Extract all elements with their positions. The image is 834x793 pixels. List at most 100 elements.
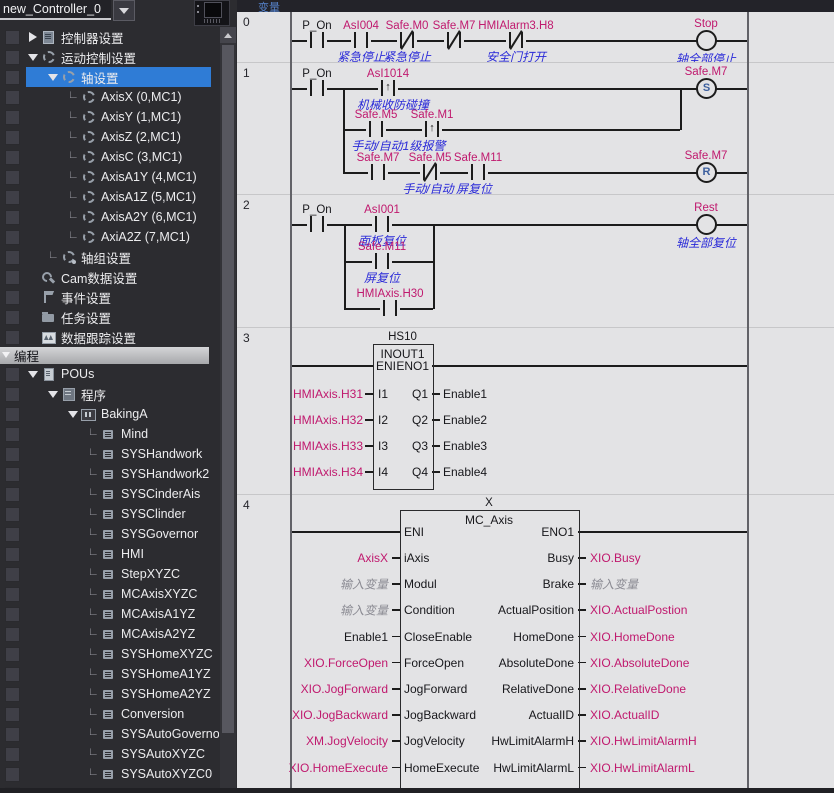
fb-input-operand[interactable]: XM.JogVelocity xyxy=(237,734,388,748)
tree-item[interactable]: SYSHomeA1YZ xyxy=(0,664,219,684)
fb-output-operand[interactable]: Enable1 xyxy=(443,387,487,401)
operand-label[interactable]: Safe.M1 xyxy=(411,109,454,121)
row-checkbox[interactable] xyxy=(5,747,20,762)
fb-instance-name[interactable]: HS10 xyxy=(373,331,432,343)
row-checkbox[interactable] xyxy=(5,427,20,442)
fb-input-operand[interactable]: HMIAxis.H31 xyxy=(237,387,363,401)
bottom-scroll-strip[interactable] xyxy=(0,788,834,793)
row-checkbox[interactable] xyxy=(5,407,20,422)
expand-arrow-icon[interactable] xyxy=(87,608,99,620)
expand-arrow-icon[interactable] xyxy=(67,91,79,103)
row-checkbox[interactable] xyxy=(5,367,20,382)
expand-arrow-icon[interactable] xyxy=(67,191,79,203)
tree-item[interactable]: 程序 xyxy=(0,384,219,404)
scroll-up-button[interactable] xyxy=(220,27,236,43)
operand-label[interactable]: Safe.M7 xyxy=(685,150,728,162)
row-checkbox[interactable] xyxy=(5,687,20,702)
expand-arrow-icon[interactable] xyxy=(87,448,99,460)
expand-arrow-icon[interactable] xyxy=(1,350,13,362)
tree-item[interactable]: BakingA xyxy=(0,404,219,424)
operand-label[interactable]: P_On xyxy=(302,68,331,80)
scrollbar-thumb[interactable] xyxy=(222,45,234,733)
operand-label[interactable]: Stop xyxy=(694,18,718,30)
fb-output-operand[interactable]: Enable3 xyxy=(443,439,487,453)
row-checkbox[interactable] xyxy=(5,767,20,782)
row-checkbox[interactable] xyxy=(5,230,20,245)
tree-item[interactable]: StepXYZC xyxy=(0,564,219,584)
contact-no-p-on[interactable] xyxy=(307,80,327,96)
contact-nc-safe-m0[interactable] xyxy=(397,32,417,48)
tree-scrollbar[interactable] xyxy=(220,27,236,788)
tree-item[interactable]: SYSHandwork2 xyxy=(0,464,219,484)
operand-label[interactable]: HMIAlarm3.H8 xyxy=(478,20,553,32)
fb-input-operand[interactable]: Enable1 xyxy=(237,630,388,644)
row-checkbox[interactable] xyxy=(5,50,20,65)
controller-selector[interactable]: new_Controller_0 xyxy=(0,0,111,20)
tree-item[interactable]: HMI xyxy=(0,544,219,564)
fb-output-operand[interactable]: XIO.ActualID xyxy=(590,708,659,722)
expand-arrow-icon[interactable] xyxy=(67,131,79,143)
tree-item[interactable]: SYSHandwork xyxy=(0,444,219,464)
fb-output-operand[interactable]: XIO.HwLimitAlarmH xyxy=(590,734,697,748)
coil-rest[interactable] xyxy=(696,214,717,235)
contact-nc-safe-m5[interactable] xyxy=(420,164,440,180)
tree-item[interactable]: SYSHomeA2YZ xyxy=(0,684,219,704)
tree-item[interactable]: AxisC (3,MC1) xyxy=(0,147,219,167)
row-checkbox[interactable] xyxy=(5,170,20,185)
contact-no-safe-m11[interactable] xyxy=(468,164,488,180)
tree-item[interactable]: 控制器设置 xyxy=(0,27,219,47)
row-checkbox[interactable] xyxy=(5,310,20,325)
coil-set-safe-m7[interactable]: S xyxy=(696,78,717,99)
row-checkbox[interactable] xyxy=(5,130,20,145)
fb-instance-name[interactable]: X xyxy=(400,497,578,509)
tree-item[interactable]: SYSCinderAis xyxy=(0,484,219,504)
row-checkbox[interactable] xyxy=(5,507,20,522)
operand-label[interactable]: Safe.M11 xyxy=(454,152,502,164)
fb-input-operand[interactable]: XIO.JogForward xyxy=(237,682,388,696)
tree-item[interactable]: 轴组设置 xyxy=(0,247,219,267)
operand-label[interactable]: Rest xyxy=(694,202,718,214)
rung-1[interactable]: 1 P_On ↑ AsI1014 机械收防碰撞 Safe.M5 手动/自动 ↑ … xyxy=(237,62,834,195)
tree-item[interactable]: MCAxisA1YZ xyxy=(0,604,219,624)
fb-input-operand[interactable]: XIO.JogBackward xyxy=(237,708,388,722)
fb-output-operand[interactable]: XIO.RelativeDone xyxy=(590,682,686,696)
operand-label[interactable]: Safe.M0 xyxy=(386,20,429,32)
fb-input-operand[interactable]: XIO.HomeExecute xyxy=(237,761,388,775)
fb-output-operand[interactable]: XIO.HwLimitAlarmL xyxy=(590,761,695,775)
tree-item[interactable]: AxisZ (2,MC1) xyxy=(0,127,219,147)
expand-arrow-icon[interactable] xyxy=(47,251,59,263)
fb-input-operand[interactable]: AxisX xyxy=(237,551,388,565)
expand-arrow-icon[interactable] xyxy=(87,588,99,600)
operand-label[interactable]: Safe.M7 xyxy=(433,20,476,32)
operand-label[interactable]: P_On xyxy=(302,20,331,32)
tree-item[interactable]: SYSGovernor xyxy=(0,524,219,544)
expand-arrow-icon[interactable] xyxy=(87,688,99,700)
row-checkbox[interactable] xyxy=(5,290,20,305)
fb-output-operand[interactable]: Enable2 xyxy=(443,413,487,427)
contact-no-asi001[interactable] xyxy=(372,216,392,232)
row-checkbox[interactable] xyxy=(5,587,20,602)
expand-arrow-icon[interactable] xyxy=(67,408,79,420)
coil-reset-safe-m7[interactable]: R xyxy=(696,162,717,183)
tree-item[interactable]: SYSAutoXYZC xyxy=(0,744,219,764)
rung-0[interactable]: 0 P_On AsI004 紧急停止 Safe.M0 紧急停止 Safe.M7 … xyxy=(237,12,834,62)
row-checkbox[interactable] xyxy=(5,330,20,345)
tree-item[interactable]: Cam数据设置 xyxy=(0,267,219,287)
expand-arrow-icon[interactable] xyxy=(67,171,79,183)
operand-label[interactable]: Safe.M7 xyxy=(357,152,400,164)
tree-item[interactable]: 轴设置 xyxy=(0,67,211,87)
tree-item[interactable]: AxiA2Z (7,MC1) xyxy=(0,227,219,247)
tree-item[interactable]: AxisX (0,MC1) xyxy=(0,87,219,107)
tree-item[interactable]: POUs xyxy=(0,364,219,384)
operand-label[interactable]: P_On xyxy=(302,204,331,216)
row-checkbox[interactable] xyxy=(5,270,20,285)
expand-arrow-icon[interactable] xyxy=(87,648,99,660)
tree-item[interactable]: 运动控制设置 xyxy=(0,47,219,67)
expand-arrow-icon[interactable] xyxy=(67,231,79,243)
ladder-canvas[interactable]: 0 P_On AsI004 紧急停止 Safe.M0 紧急停止 Safe.M7 … xyxy=(237,12,834,788)
coil-stop[interactable] xyxy=(696,30,717,51)
row-checkbox[interactable] xyxy=(5,707,20,722)
contact-no-safe-m11[interactable] xyxy=(372,253,392,269)
tree-item[interactable]: AxisA2Y (6,MC1) xyxy=(0,207,219,227)
fb-input-operand[interactable]: 输入变量 xyxy=(237,602,388,619)
